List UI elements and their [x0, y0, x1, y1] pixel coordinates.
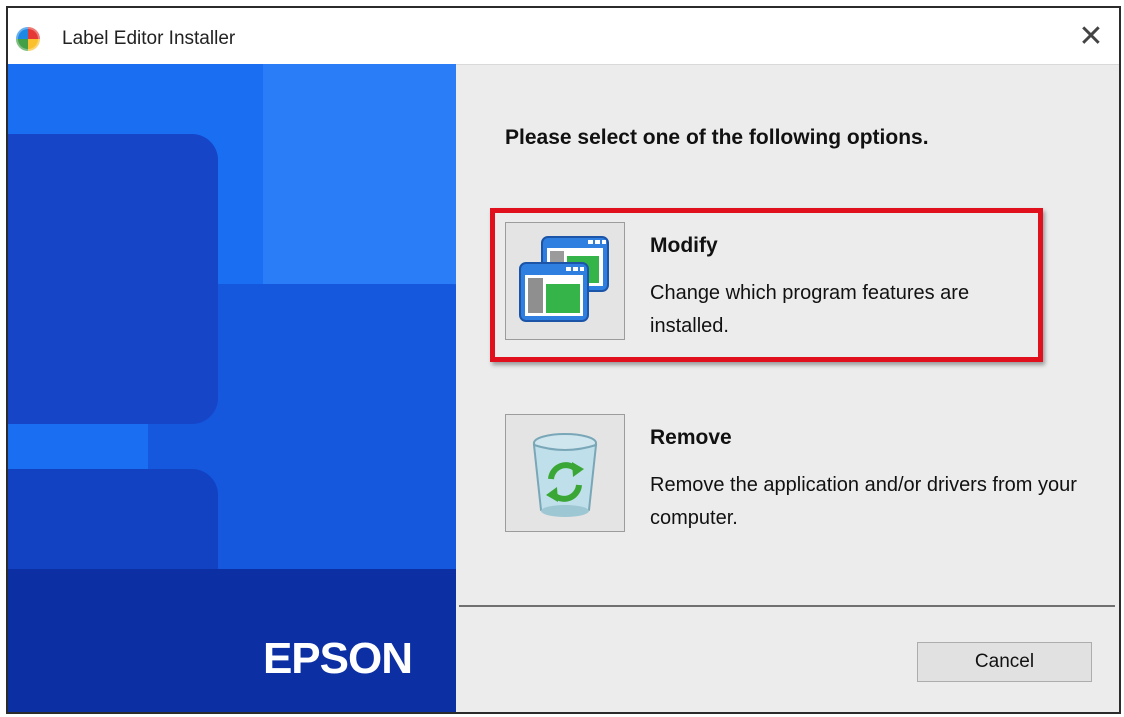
modify-highlight-frame: [490, 208, 1043, 362]
close-button[interactable]: ✕: [1063, 8, 1119, 64]
epson-banner: EPSON: [8, 64, 456, 712]
banner-shape: [8, 134, 218, 424]
cancel-button[interactable]: Cancel: [917, 642, 1092, 682]
remove-button[interactable]: [505, 414, 625, 532]
app-icon: [16, 27, 40, 51]
title-bar: Label Editor Installer ✕: [8, 8, 1119, 65]
instruction-text: Please select one of the following optio…: [505, 126, 929, 149]
remove-description-text: Remove the application and/or drivers fr…: [650, 474, 1077, 529]
remove-description: Remove the application and/or drivers fr…: [650, 469, 1110, 535]
epson-logo: EPSON: [262, 634, 413, 683]
recycle-bin-icon: [532, 433, 598, 517]
footer-divider: [459, 605, 1115, 607]
remove-title: Remove: [650, 426, 732, 449]
window-title: Label Editor Installer: [62, 28, 236, 49]
